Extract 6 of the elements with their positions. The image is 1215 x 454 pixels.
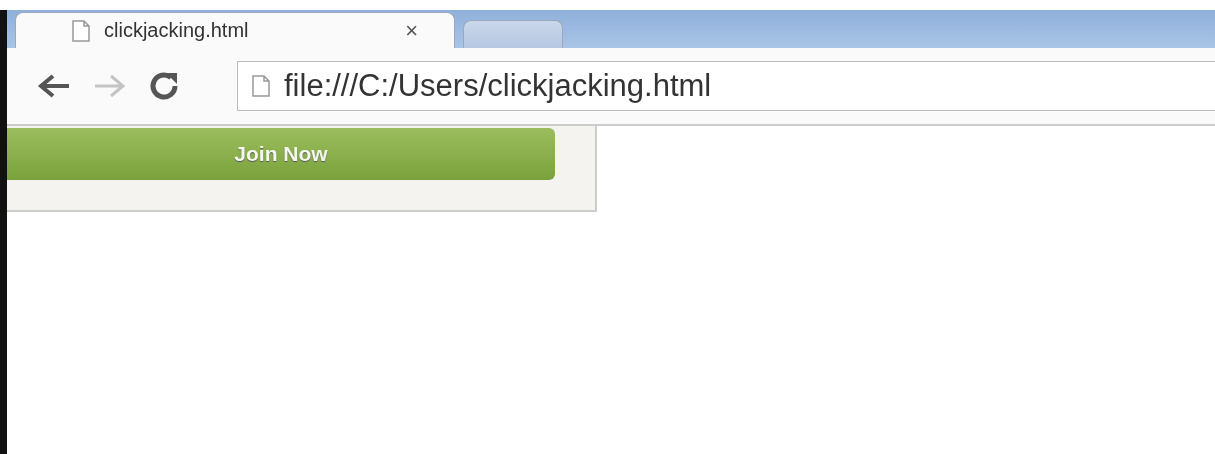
address-bar[interactable]: file:///C:/Users/clickjacking.html [237,61,1215,111]
page-icon [72,19,90,42]
close-icon[interactable]: × [405,17,418,44]
browser-tab[interactable]: clickjacking.html × [15,12,455,48]
page-icon [252,75,270,97]
tab-title: clickjacking.html [104,19,250,42]
